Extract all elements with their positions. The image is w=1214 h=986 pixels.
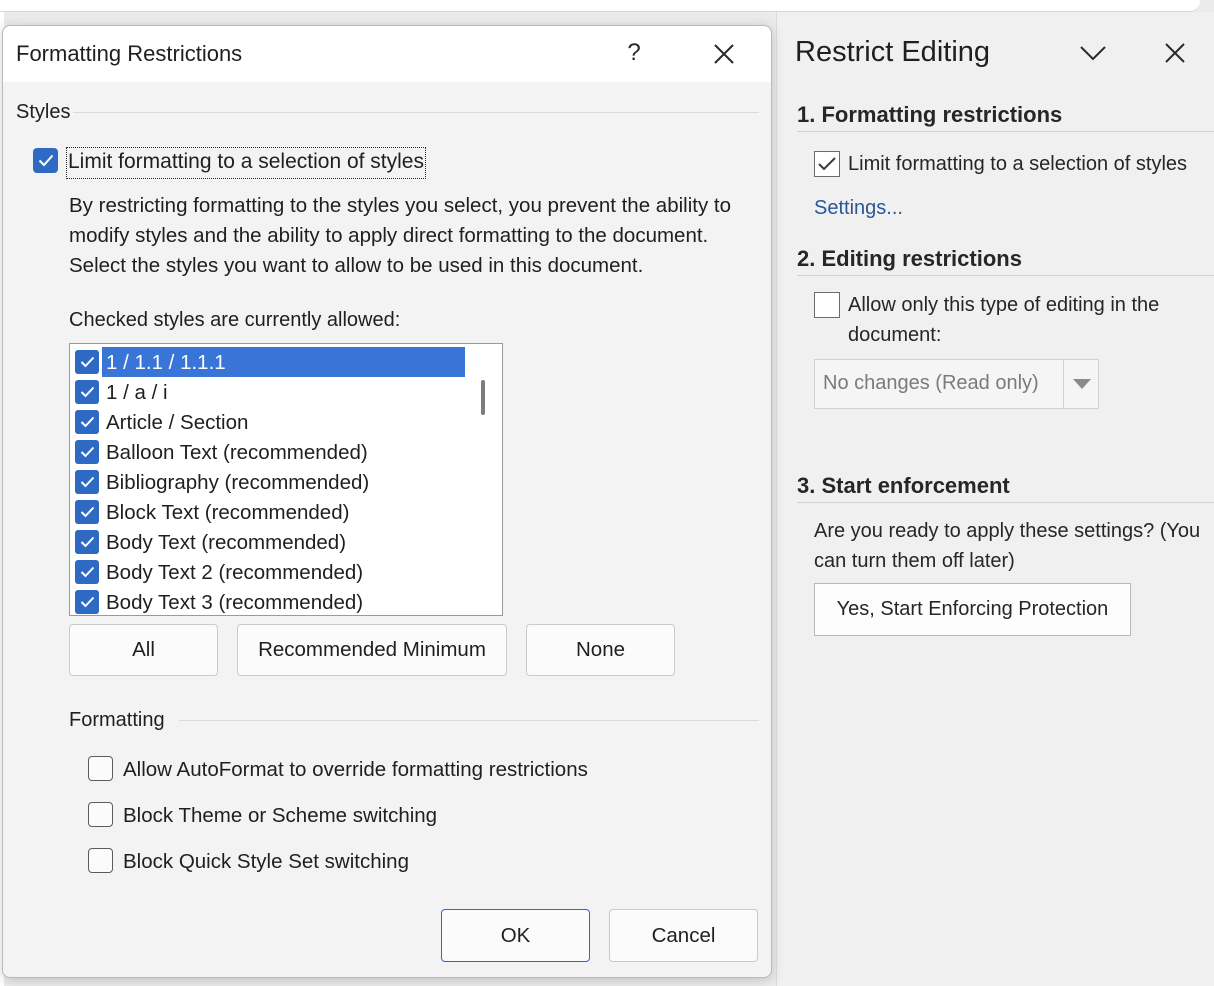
style-list-item[interactable]: 1 / 1.1 / 1.1.1 <box>70 347 467 377</box>
styles-listbox[interactable]: 1 / 1.1 / 1.1.1 1 / a / i Article / Sect… <box>69 343 503 616</box>
dialog-title: Formatting Restrictions <box>16 41 243 66</box>
listbox-scrollbar[interactable] <box>481 380 485 415</box>
allow-editing-type-checkbox[interactable] <box>814 292 840 318</box>
styles-group-divider <box>73 112 759 113</box>
styles-list-caption: Checked styles are currently allowed: <box>69 309 401 331</box>
checkmark-icon <box>80 356 94 368</box>
allow-editing-label-line2: document: <box>848 324 942 346</box>
section-start-enforcement-heading: 3. Start enforcement <box>797 473 1010 498</box>
checkmark-icon <box>818 157 836 171</box>
formatting-restrictions-dialog: Formatting Restrictions ? Styles Limit f… <box>2 25 772 978</box>
style-checkbox[interactable] <box>75 560 99 584</box>
document-page-edge <box>0 0 1200 12</box>
checkmark-icon <box>80 566 94 578</box>
checkmark-icon <box>80 596 94 608</box>
checkmark-icon <box>80 476 94 488</box>
section-divider <box>797 502 1214 503</box>
section-formatting-restrictions-heading: 1. Formatting restrictions <box>797 102 1063 127</box>
style-checkbox[interactable] <box>75 410 99 434</box>
help-button[interactable]: ? <box>617 36 651 70</box>
block-quick-style-checkbox[interactable] <box>88 848 113 873</box>
section-divider <box>797 131 1214 132</box>
styles-group-label: Styles <box>16 101 71 123</box>
style-name: Body Text 2 (recommended) <box>106 561 364 584</box>
style-name: Block Text (recommended) <box>106 501 350 524</box>
select-none-button[interactable]: None <box>526 624 675 676</box>
checkmark-icon <box>80 386 94 398</box>
style-list-item[interactable]: Body Text (recommended) <box>70 527 467 557</box>
formatting-group-label: Formatting <box>69 709 165 731</box>
limit-formatting-checkbox[interactable] <box>814 151 840 177</box>
allow-autoformat-label: Allow AutoFormat to override formatting … <box>123 758 588 781</box>
settings-link[interactable]: Settings... <box>814 197 903 220</box>
section-editing-restrictions-heading: 2. Editing restrictions <box>797 246 1022 271</box>
limit-formatting-dialog-label[interactable]: Limit formatting to a selection of style… <box>66 147 426 179</box>
start-enforcing-button[interactable]: Yes, Start Enforcing Protection <box>814 583 1131 636</box>
limit-formatting-label: Limit formatting to a selection of style… <box>848 153 1188 175</box>
style-list-item[interactable]: Body Text 3 (recommended) <box>70 587 467 615</box>
checkmark-icon <box>38 154 53 167</box>
description-line: By restricting formatting to the styles … <box>69 194 732 217</box>
restriction-description: By restricting formatting to the styles … <box>69 191 769 281</box>
limit-formatting-dialog-checkbox[interactable] <box>33 148 58 173</box>
style-name: Article / Section <box>106 411 249 434</box>
style-list-item[interactable]: Balloon Text (recommended) <box>70 437 467 467</box>
allow-editing-label-line1: Allow only this type of editing in the <box>848 294 1160 316</box>
enforce-text-line2: can turn them off later) <box>814 550 1015 572</box>
style-checkbox[interactable] <box>75 470 99 494</box>
style-checkbox[interactable] <box>75 380 99 404</box>
pane-title: Restrict Editing <box>795 36 991 68</box>
chevron-down-icon <box>1080 46 1106 61</box>
checkmark-icon <box>80 416 94 428</box>
style-checkbox[interactable] <box>75 590 99 614</box>
style-checkbox[interactable] <box>75 350 99 374</box>
cancel-button[interactable]: Cancel <box>609 909 758 962</box>
style-checkbox[interactable] <box>75 440 99 464</box>
style-list-item[interactable]: Article / Section <box>70 407 467 437</box>
style-checkbox[interactable] <box>75 530 99 554</box>
style-name: 1 / 1.1 / 1.1.1 <box>102 347 465 377</box>
editing-type-value: No changes (Read only) <box>823 372 1039 394</box>
allow-autoformat-checkbox[interactable] <box>88 756 113 781</box>
style-checkbox[interactable] <box>75 500 99 524</box>
ok-button[interactable]: OK <box>441 909 590 962</box>
block-theme-label: Block Theme or Scheme switching <box>123 804 438 827</box>
enforce-text-line1: Are you ready to apply these settings? (… <box>814 520 1201 542</box>
style-name: Body Text (recommended) <box>106 531 347 554</box>
close-icon <box>1165 43 1185 63</box>
block-quick-style-label: Block Quick Style Set switching <box>123 850 409 873</box>
pane-close-button[interactable] <box>1159 38 1191 68</box>
editing-type-dropdown[interactable]: No changes (Read only) <box>814 359 1099 409</box>
restrict-editing-pane: Restrict Editing 1. Formatting restricti… <box>776 12 1214 986</box>
dialog-titlebar: Formatting Restrictions ? <box>3 26 771 82</box>
style-name: Body Text 3 (recommended) <box>106 591 364 614</box>
description-line: Select the styles you want to allow to b… <box>69 254 644 277</box>
description-line: modify styles and the ability to apply d… <box>69 224 709 247</box>
dropdown-arrow-icon <box>1063 360 1099 408</box>
dialog-close-button[interactable] <box>707 38 741 70</box>
checkmark-icon <box>80 536 94 548</box>
style-name: Balloon Text (recommended) <box>106 441 368 464</box>
style-name: 1 / a / i <box>106 381 168 404</box>
style-list-item[interactable]: 1 / a / i <box>70 377 467 407</box>
close-icon <box>714 44 734 64</box>
style-list-item[interactable]: Bibliography (recommended) <box>70 467 467 497</box>
select-all-button[interactable]: All <box>69 624 218 676</box>
style-list-item[interactable]: Body Text 2 (recommended) <box>70 557 467 587</box>
checkmark-icon <box>80 506 94 518</box>
style-list-item[interactable]: Block Text (recommended) <box>70 497 467 527</box>
checkmark-icon <box>80 446 94 458</box>
section-divider <box>797 275 1214 276</box>
style-name: Bibliography (recommended) <box>106 471 370 494</box>
recommended-minimum-button[interactable]: Recommended Minimum <box>237 624 507 676</box>
block-theme-checkbox[interactable] <box>88 802 113 827</box>
pane-options-button[interactable] <box>1077 38 1109 68</box>
formatting-group-divider <box>179 720 759 721</box>
